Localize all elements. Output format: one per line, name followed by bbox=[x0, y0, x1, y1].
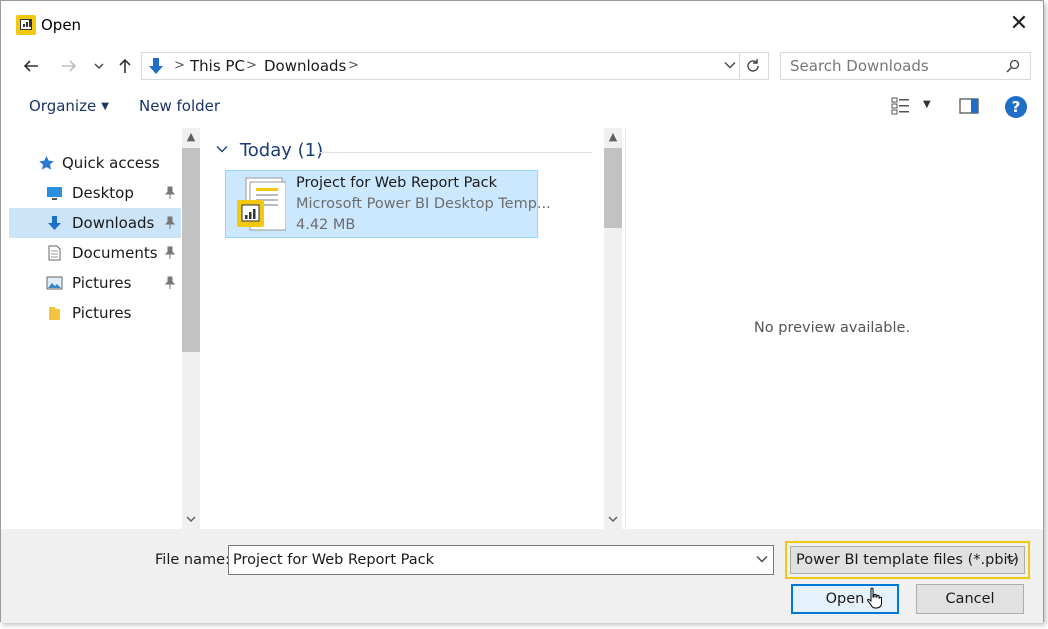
preview-pane: No preview available. bbox=[625, 128, 1038, 529]
desktop-icon bbox=[47, 187, 62, 200]
file-scroll-thumb[interactable] bbox=[604, 148, 622, 228]
download-icon bbox=[149, 58, 163, 74]
open-dialog: Open ✕ > This PC > Downloads > Search Do… bbox=[0, 0, 1044, 623]
pin-icon[interactable] bbox=[164, 276, 176, 290]
file-size-label: 4.42 MB bbox=[296, 217, 356, 233]
file-list-pane: Today (1) Project for Web Report Pack Mi… bbox=[202, 128, 622, 529]
open-button[interactable]: Open bbox=[791, 584, 899, 614]
nav-item-label: Quick access bbox=[62, 154, 160, 172]
pin-icon[interactable] bbox=[164, 186, 176, 200]
new-folder-button[interactable]: New folder bbox=[139, 97, 220, 115]
up-arrow-icon[interactable] bbox=[113, 53, 137, 79]
file-name-field-label: File name: bbox=[155, 552, 230, 568]
nav-item-label: Pictures bbox=[72, 304, 132, 322]
scroll-down-arrow-icon[interactable] bbox=[182, 511, 200, 529]
nav-item-quick-access[interactable]: Quick access bbox=[9, 148, 181, 178]
nav-pane-scrollbar[interactable]: ▲ bbox=[182, 128, 200, 529]
file-pane-scrollbar[interactable]: ▲ bbox=[604, 128, 622, 529]
no-preview-message: No preview available. bbox=[753, 320, 911, 336]
help-icon[interactable]: ? bbox=[1005, 96, 1027, 118]
search-box[interactable]: Search Downloads bbox=[780, 52, 1031, 80]
change-view-icon[interactable] bbox=[891, 97, 911, 115]
organize-button[interactable]: Organize ▼ bbox=[29, 97, 109, 115]
collapse-chevron-icon[interactable] bbox=[216, 142, 232, 156]
nav-item-pictures[interactable]: Pictures bbox=[9, 268, 181, 298]
pictures-icon bbox=[46, 276, 63, 290]
power-bi-template-file-icon bbox=[237, 177, 286, 231]
navigation-bar: > This PC > Downloads > Search Downloads bbox=[1, 49, 1043, 85]
chevron-down-icon[interactable] bbox=[756, 553, 768, 566]
scroll-up-arrow-icon[interactable]: ▲ bbox=[604, 128, 622, 146]
breadcrumb-downloads[interactable]: Downloads bbox=[264, 57, 346, 75]
star-icon bbox=[39, 156, 54, 170]
chevron-down-icon[interactable] bbox=[1006, 553, 1018, 566]
file-type-filter-highlight: Power BI template files (*.pbit) bbox=[785, 541, 1030, 579]
hand-cursor-icon bbox=[867, 587, 882, 609]
scroll-up-arrow-icon[interactable]: ▲ bbox=[182, 128, 200, 146]
nav-scroll-thumb[interactable] bbox=[182, 148, 200, 352]
close-icon[interactable]: ✕ bbox=[1007, 11, 1031, 37]
document-icon bbox=[48, 245, 61, 261]
nav-item-label: Desktop bbox=[72, 184, 134, 202]
view-options-caret-icon[interactable]: ▼ bbox=[923, 99, 931, 110]
address-bar[interactable]: > This PC > Downloads > bbox=[141, 52, 769, 80]
nav-item-label: Downloads bbox=[72, 214, 155, 232]
power-bi-icon bbox=[16, 15, 36, 35]
file-name-input-value[interactable]: Project for Web Report Pack bbox=[233, 552, 434, 568]
group-label: Today (1) bbox=[239, 140, 324, 161]
breadcrumb-separator-icon: > bbox=[174, 58, 185, 73]
command-toolbar: Organize ▼ New folder ▼ ? bbox=[1, 88, 1043, 126]
nav-item-label: Pictures bbox=[72, 274, 132, 292]
organize-label: Organize bbox=[29, 97, 97, 115]
pin-icon[interactable] bbox=[164, 246, 176, 260]
folder-icon bbox=[49, 307, 60, 320]
title-bar: Open ✕ bbox=[1, 1, 1043, 49]
file-name-input[interactable]: Project for Web Report Pack bbox=[228, 545, 774, 575]
cancel-button[interactable]: Cancel bbox=[916, 584, 1024, 614]
dialog-footer: File name: Project for Web Report Pack P… bbox=[1, 529, 1043, 623]
nav-item-desktop[interactable]: Desktop bbox=[9, 178, 181, 208]
navigation-pane: Quick access Desktop Downloads Documents… bbox=[9, 128, 201, 529]
file-type-filter-value[interactable]: Power BI template files (*.pbit) bbox=[796, 552, 1019, 568]
address-dropdown-icon[interactable] bbox=[722, 58, 738, 74]
preview-pane-icon[interactable] bbox=[959, 97, 979, 115]
group-header-today[interactable]: Today (1) bbox=[216, 140, 323, 161]
group-divider bbox=[320, 152, 592, 153]
pin-icon[interactable] bbox=[164, 216, 176, 230]
recent-locations-chevron-icon[interactable] bbox=[87, 53, 111, 79]
search-placeholder[interactable]: Search Downloads bbox=[790, 57, 929, 75]
back-arrow-icon[interactable] bbox=[19, 53, 43, 79]
breadcrumb-separator-icon[interactable]: > bbox=[348, 58, 359, 73]
forward-arrow-icon[interactable] bbox=[57, 53, 81, 79]
nav-item-label: Documents bbox=[72, 244, 158, 262]
file-type-label: Microsoft Power BI Desktop Temp... bbox=[296, 196, 551, 212]
breadcrumb-separator-icon: > bbox=[246, 58, 257, 73]
nav-item-downloads[interactable]: Downloads bbox=[9, 208, 181, 238]
window-title: Open bbox=[41, 16, 82, 34]
file-type-filter-select[interactable]: Power BI template files (*.pbit) bbox=[790, 546, 1025, 574]
caret-down-icon: ▼ bbox=[101, 101, 109, 112]
download-icon bbox=[48, 216, 61, 230]
file-item[interactable]: Project for Web Report Pack Microsoft Po… bbox=[225, 170, 551, 238]
scroll-down-arrow-icon[interactable] bbox=[604, 511, 622, 529]
refresh-icon[interactable] bbox=[739, 53, 766, 79]
nav-item-documents[interactable]: Documents bbox=[9, 238, 181, 268]
file-name-label: Project for Web Report Pack bbox=[296, 175, 498, 191]
search-icon[interactable] bbox=[1006, 59, 1020, 73]
nav-item-pictures-folder[interactable]: Pictures bbox=[9, 298, 181, 328]
breadcrumb-this-pc[interactable]: This PC bbox=[190, 57, 245, 75]
